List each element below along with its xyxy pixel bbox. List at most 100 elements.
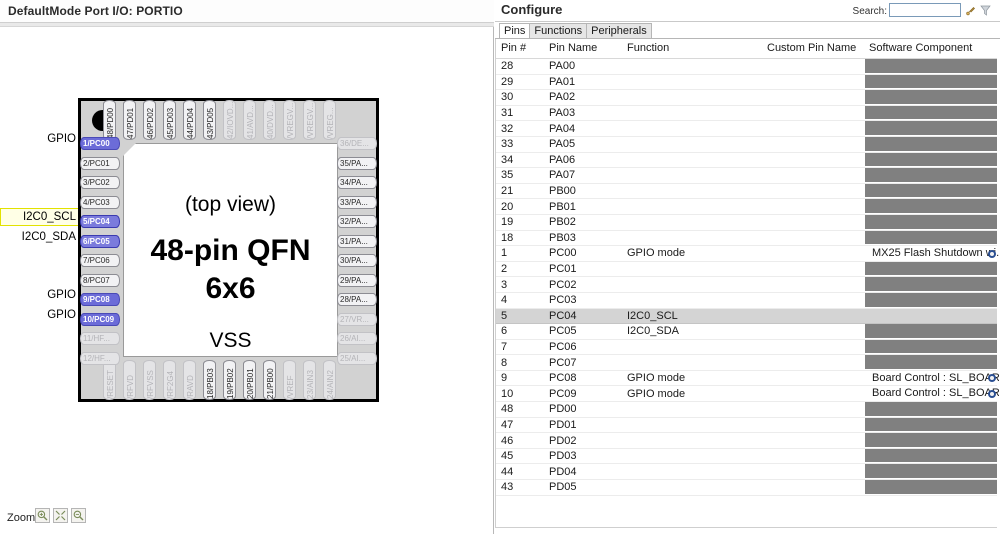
cell-pin-number[interactable]: 46	[496, 432, 544, 449]
tab-functions[interactable]: Functions	[529, 23, 588, 39]
table-row[interactable]: 20 PB01	[496, 198, 999, 215]
chip-pin[interactable]: 42/IOVD...	[223, 100, 236, 140]
cell-function[interactable]	[622, 432, 762, 449]
chip-pin[interactable]: 28/PA...	[337, 293, 377, 306]
table-row[interactable]: 47 PD01	[496, 417, 999, 434]
chip-pin[interactable]: 2/PC01	[80, 156, 120, 170]
chip-pin[interactable]: 6/PC05	[80, 234, 120, 248]
cell-pin-number[interactable]: 3	[496, 276, 544, 293]
cell-pin-name[interactable]: PC01	[544, 261, 622, 278]
cell-function[interactable]	[622, 167, 762, 184]
cell-software-component[interactable]	[864, 261, 999, 278]
cell-pin-number[interactable]: 35	[496, 167, 544, 184]
zoom-in-icon[interactable]	[35, 508, 50, 523]
cell-pin-name[interactable]: PA07	[544, 167, 622, 184]
chip-pin[interactable]: 33/PA...	[337, 195, 377, 209]
cell-pin-name[interactable]: PA00	[544, 58, 622, 75]
cell-software-component[interactable]	[864, 339, 999, 356]
chip-pin[interactable]: /VREG...	[323, 100, 336, 140]
cell-function[interactable]	[622, 198, 762, 215]
column-header-2[interactable]: Function	[622, 39, 762, 59]
cell-pin-number[interactable]: 30	[496, 89, 544, 106]
cell-custom-pin-name[interactable]	[762, 448, 864, 465]
cell-custom-pin-name[interactable]	[762, 432, 864, 449]
table-row[interactable]: 10 PC09 GPIO mode Board Control : SL_BOAR..…	[496, 385, 999, 403]
cell-function[interactable]	[622, 448, 762, 465]
cell-custom-pin-name[interactable]	[762, 105, 864, 122]
cell-pin-number[interactable]: 6	[496, 323, 544, 340]
table-row[interactable]: 48 PD00	[496, 401, 999, 418]
cell-custom-pin-name[interactable]	[762, 183, 864, 200]
cell-function[interactable]	[622, 479, 762, 496]
cell-pin-name[interactable]: PA03	[544, 105, 622, 122]
chip-pin[interactable]: 44/PD04	[183, 100, 196, 140]
cell-software-component[interactable]	[864, 183, 999, 200]
chip-pin[interactable]: 10/PC09	[80, 312, 120, 326]
cell-pin-number[interactable]: 1	[496, 245, 544, 262]
cell-software-component[interactable]	[864, 198, 999, 215]
cell-software-component[interactable]	[864, 136, 999, 153]
cell-custom-pin-name[interactable]	[762, 230, 864, 247]
chip-pin[interactable]: 41/AVD...	[243, 100, 256, 140]
cell-pin-name[interactable]: PC02	[544, 276, 622, 293]
table-row[interactable]: 35 PA07	[496, 167, 999, 184]
column-header-4[interactable]: Software Component	[864, 39, 999, 59]
cell-software-component[interactable]	[864, 167, 999, 184]
cell-function[interactable]	[622, 463, 762, 481]
cell-software-component[interactable]	[864, 230, 999, 247]
cell-function[interactable]: I2C0_SDA	[622, 323, 762, 340]
chip-pin[interactable]: 40/DVD...	[263, 100, 276, 140]
cell-pin-name[interactable]: PC09	[544, 385, 622, 403]
chip-pin[interactable]: 3/PC02	[80, 176, 120, 189]
cell-custom-pin-name[interactable]	[762, 323, 864, 340]
cell-pin-number[interactable]: 45	[496, 448, 544, 465]
cell-custom-pin-name[interactable]	[762, 308, 864, 325]
cell-software-component[interactable]	[864, 292, 999, 309]
zoom-fit-icon[interactable]	[53, 508, 68, 523]
cell-custom-pin-name[interactable]	[762, 354, 864, 371]
chip-pin[interactable]: 24/AIN2	[323, 360, 336, 400]
cell-software-component[interactable]: MX25 Flash Shutdown wi...	[864, 245, 999, 262]
cell-pin-number[interactable]: 7	[496, 339, 544, 356]
cell-custom-pin-name[interactable]	[762, 292, 864, 309]
cell-custom-pin-name[interactable]	[762, 120, 864, 137]
chip-pin[interactable]: /RAVD	[183, 360, 196, 400]
table-row[interactable]: 18 PB03	[496, 230, 999, 247]
cell-pin-number[interactable]: 29	[496, 74, 544, 91]
table-row[interactable]: 4 PC03	[496, 292, 999, 309]
cell-custom-pin-name[interactable]	[762, 58, 864, 75]
cell-pin-number[interactable]: 34	[496, 152, 544, 169]
chip-diagram-canvas[interactable]: (top view) 48-pin QFN 6x6 VSS 48/PD00 47/…	[0, 28, 493, 498]
chip-pin[interactable]: 36/DE...	[337, 137, 377, 150]
table-row[interactable]: 30 PA02	[496, 89, 999, 106]
cell-function[interactable]	[622, 183, 762, 200]
chip-pin[interactable]: /VREF	[283, 360, 296, 400]
cell-custom-pin-name[interactable]	[762, 385, 864, 403]
cell-software-component[interactable]: Board Control : SL_BOAR...	[864, 385, 999, 403]
cell-pin-name[interactable]: PA05	[544, 136, 622, 153]
cell-software-component[interactable]	[864, 89, 999, 106]
cell-custom-pin-name[interactable]	[762, 339, 864, 356]
chip-pin[interactable]: 32/PA...	[337, 215, 377, 228]
qfn-chip-package[interactable]: (top view) 48-pin QFN 6x6 VSS 48/PD00 47/…	[78, 98, 379, 402]
chip-pin[interactable]: 20/PB01	[243, 360, 256, 400]
table-row[interactable]: 31 PA03	[496, 105, 999, 122]
cell-software-component[interactable]	[864, 323, 999, 340]
cell-pin-number[interactable]: 20	[496, 198, 544, 215]
table-row[interactable]: 32 PA04	[496, 120, 999, 137]
chip-pin[interactable]: /RFVSS	[143, 360, 156, 400]
cell-software-component[interactable]	[864, 401, 999, 418]
cell-pin-number[interactable]: 48	[496, 401, 544, 418]
cell-custom-pin-name[interactable]	[762, 479, 864, 496]
chip-pin[interactable]: 1/PC00	[80, 137, 120, 150]
cell-pin-number[interactable]: 4	[496, 292, 544, 309]
chip-pin[interactable]: 9/PC08	[80, 293, 120, 306]
chip-pin[interactable]: /RESET	[103, 360, 116, 400]
search-input[interactable]	[889, 3, 961, 17]
chip-pin[interactable]: /VREGV...	[303, 100, 316, 140]
tab-peripherals[interactable]: Peripherals	[586, 23, 652, 39]
cell-custom-pin-name[interactable]	[762, 417, 864, 434]
cell-software-component[interactable]	[864, 58, 999, 75]
chip-pin[interactable]: 45/PD03	[163, 100, 176, 140]
table-row[interactable]: 9 PC08 GPIO mode Board Control : SL_BOAR...	[496, 370, 999, 387]
